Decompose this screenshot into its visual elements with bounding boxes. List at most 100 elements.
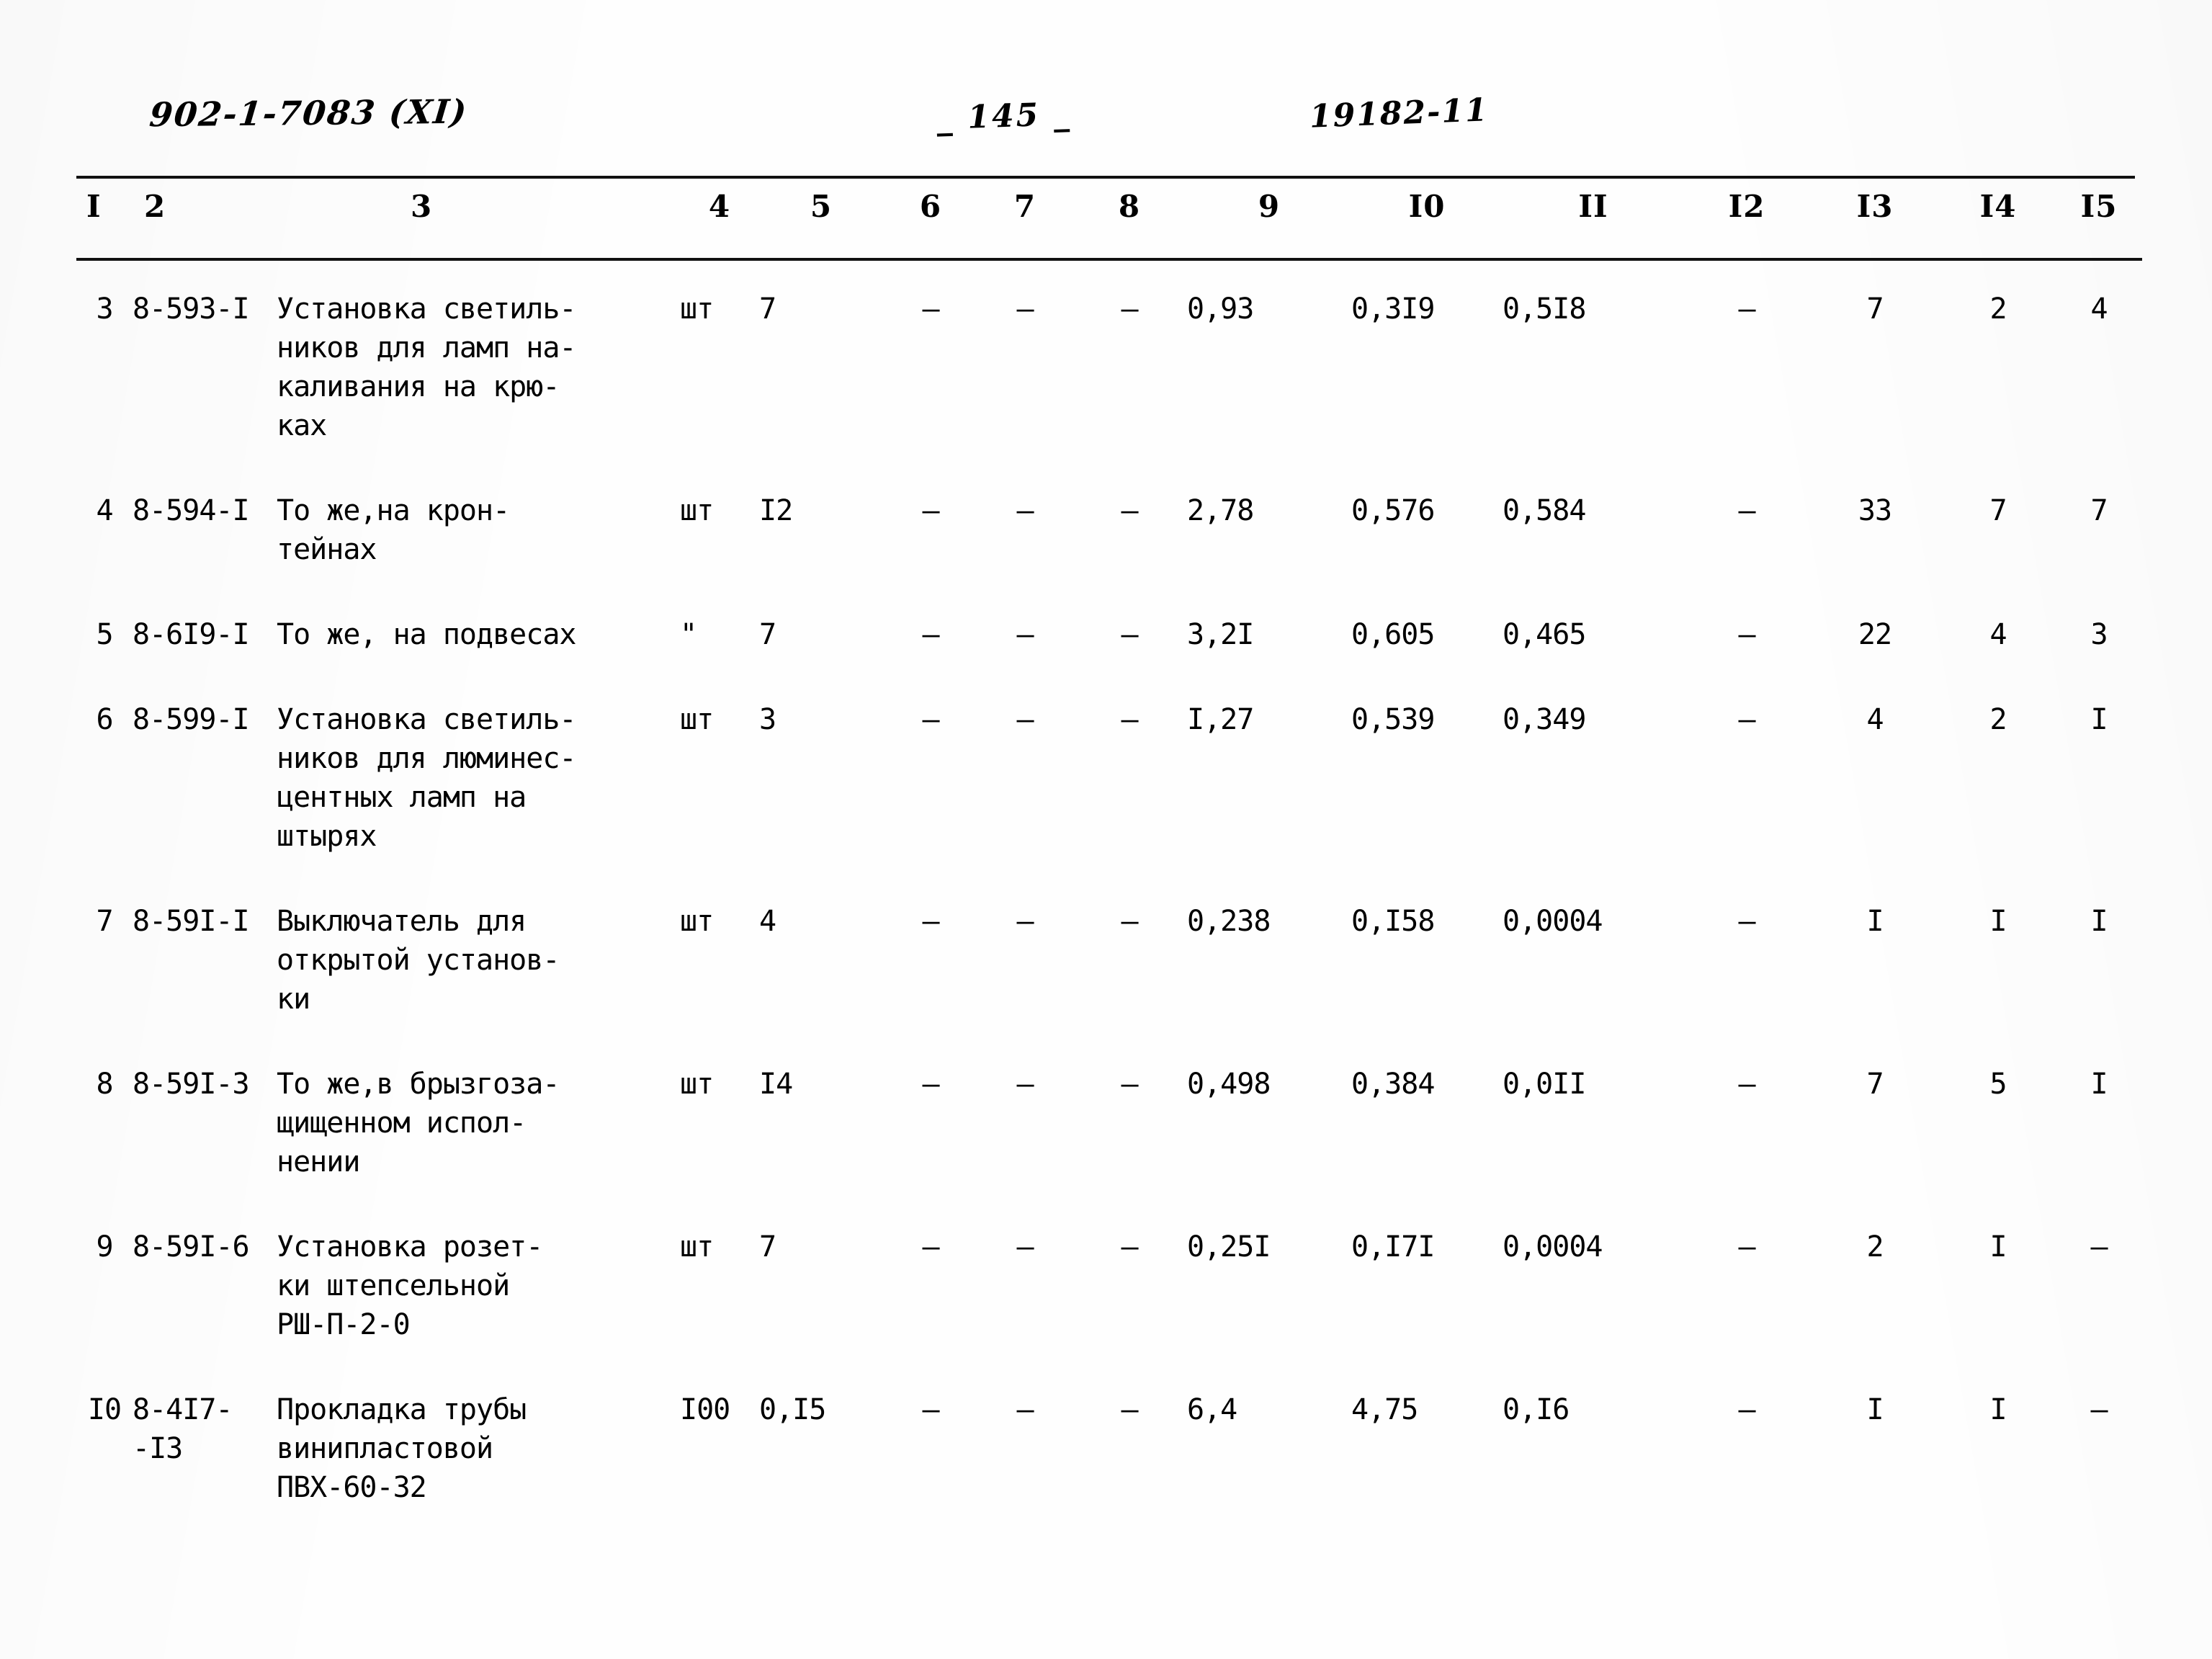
spacer-cell [76,654,2142,679]
column-header-9: 9 [1258,189,1281,224]
col15-value: 4 [2090,292,2108,326]
col14-value: 2 [1989,292,2007,326]
row-spacer [76,654,2142,679]
col11-value: 0,0004 [1503,1230,1603,1264]
spacer-cell [76,259,2142,268]
col12-value: – [1738,1230,1755,1264]
col15-value: I [2090,905,2108,938]
col8-value: – [1121,1068,1138,1101]
col15-value: 3 [2090,618,2108,651]
specification-table: I 2 3 4 5 6 7 8 9 I0 II I2 I3 I4 I5 3 8-593-I Установка с… [76,176,2142,1531]
row-number: 7 [96,905,113,938]
col13-value: 4 [1866,703,1884,736]
col11-value: 0,0II [1503,1068,1586,1101]
col14-value: 2 [1989,703,2007,736]
col14-value: I [1989,1393,2007,1426]
quantity: 0,I5 [759,1393,826,1426]
resource-code: 8-6I9-I [133,618,250,651]
resource-code: 8-599-I [133,703,250,736]
handwritten-sheet-number: 19182-11 [1309,91,1490,135]
quantity: 7 [759,292,776,326]
work-description: То же,в брызгоза- щищенном испол- нении [277,1068,560,1179]
col8-value: – [1121,905,1138,938]
work-description: Прокладка трубы винипластовой ПВХ-60-32 [277,1393,527,1504]
quantity: I4 [759,1068,793,1101]
spacer-cell [76,1344,2142,1369]
resource-code: 8-59I-3 [133,1068,250,1101]
resource-code: 8-593-I [133,292,250,326]
col6-value: – [922,1068,939,1101]
unit-of-measure: шт [680,494,714,527]
spacer-cell [76,1507,2142,1531]
unit-of-measure: шт [680,703,714,736]
col13-value: 33 [1858,494,1892,527]
column-header-15: I5 [2080,189,2118,224]
col6-value: – [922,703,939,736]
col13-value: 22 [1858,618,1892,651]
table-grid: I 2 3 4 5 6 7 8 9 I0 II I2 I3 I4 I5 3 8-593-I Установка с… [76,179,2142,1531]
col14-value: 4 [1989,618,2007,651]
col15-value: – [2090,1393,2108,1426]
table-row: 7 8-59I-I Выключатель для открытой установ… [76,880,2142,1019]
col9-value: 6,4 [1187,1393,1237,1426]
row-spacer [76,1019,2142,1043]
page-header: 902-1-7083 (XI) _ 145 _ 19182-11 [0,91,2212,158]
col9-value: 3,2I [1187,618,1254,651]
col9-value: 2,78 [1187,494,1254,527]
col6-value: – [922,292,939,326]
col12-value: – [1738,1068,1755,1101]
quantity: 4 [759,905,776,938]
col10-value: 0,I7I [1351,1230,1435,1264]
col11-value: 0,5I8 [1503,292,1586,326]
table-row: 6 8-599-I Установка светиль- ников для люм… [76,679,2142,856]
col9-value: 0,93 [1187,292,1254,326]
col7-value: – [1016,703,1034,736]
col15-value: 7 [2090,494,2108,527]
col10-value: 0,I58 [1351,905,1435,938]
col8-value: – [1121,618,1138,651]
table-row: 9 8-59I-6 Установка розет- ки штепсельной … [76,1206,2142,1344]
resource-code: 8-4I7- -I3 [133,1393,233,1465]
col6-value: – [922,618,939,651]
column-header-10: I0 [1408,189,1446,224]
col6-value: – [922,1230,939,1264]
table-row: 4 8-594-I То же,на крон- тейнах шт I2 – – – 2,78… [76,470,2142,569]
col8-value: – [1121,703,1138,736]
col15-value: I [2090,1068,2108,1101]
row-number: I0 [87,1393,122,1426]
col6-value: – [922,905,939,938]
col14-value: I [1989,905,2007,938]
work-description: То же, на подвесах [277,618,576,651]
row-number: 9 [96,1230,113,1264]
column-header-3: 3 [411,189,433,224]
work-description: Установка светиль- ников для ламп на- ка… [277,292,576,442]
work-description: Установка светиль- ников для люминес- це… [277,703,576,853]
unit-of-measure: " [680,618,697,651]
column-header-14: I4 [1979,189,2017,224]
col8-value: – [1121,292,1138,326]
column-header-7: 7 [1013,189,1036,224]
column-header-13: I3 [1856,189,1894,224]
col7-value: – [1016,1393,1034,1426]
resource-code: 8-59I-6 [133,1230,250,1264]
col14-value: I [1989,1230,2007,1264]
row-spacer [76,445,2142,470]
work-description: Установка розет- ки штепсельной РШ-П-2-0 [277,1230,543,1341]
col13-value: 7 [1866,1068,1884,1101]
column-header-11: II [1578,189,1608,224]
row-number: 3 [96,292,113,326]
column-header-12: I2 [1728,189,1765,224]
col8-value: – [1121,494,1138,527]
col10-value: 0,384 [1351,1068,1435,1101]
col11-value: 0,I6 [1503,1393,1570,1426]
col11-value: 0,0004 [1503,905,1603,938]
unit-of-measure: I00 [680,1393,730,1426]
document-page: 902-1-7083 (XI) _ 145 _ 19182-11 I234567… [0,0,2212,1659]
row-spacer [76,1181,2142,1206]
col14-value: 5 [1989,1068,2007,1101]
quantity: 7 [759,1230,776,1264]
table-row: 5 8-6I9-I То же, на подвесах " 7 – – – 3,2I 0,605… [76,594,2142,654]
spacer-cell [76,1019,2142,1043]
column-header-8: 8 [1118,189,1141,224]
row-number: 4 [96,494,113,527]
